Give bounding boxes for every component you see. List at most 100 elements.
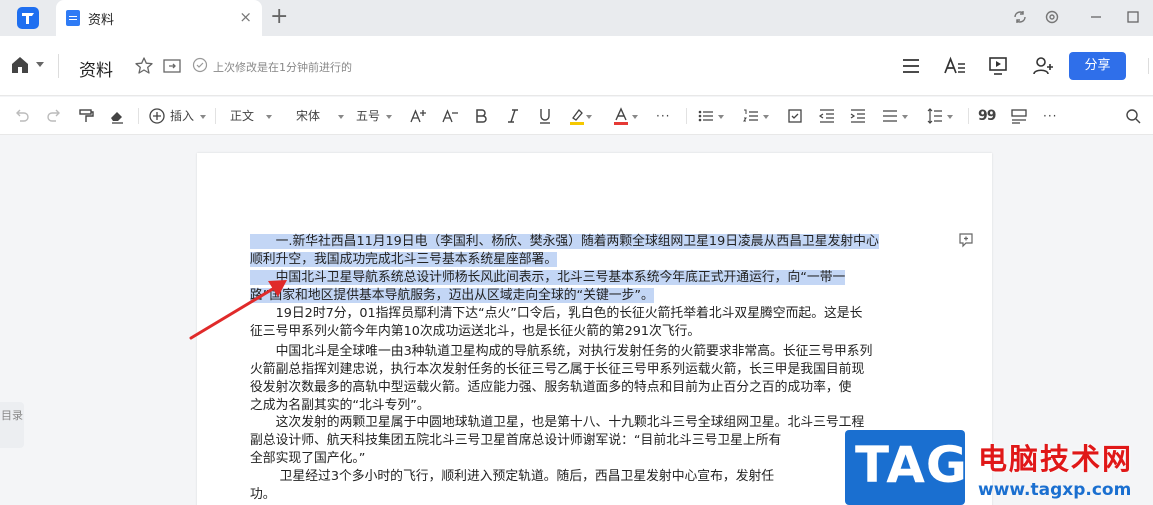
- highlight-chevron-down-icon[interactable]: [586, 115, 592, 119]
- decrease-font-size-icon[interactable]: [441, 106, 459, 126]
- sync-icon[interactable]: [1011, 8, 1029, 26]
- menu-icon[interactable]: [901, 56, 921, 76]
- paragraph-line: 火箭副总指挥刘建忠说，执行本次发射任务的长征三号乙属于长征三号甲系列运载火箭，长…: [250, 361, 932, 379]
- outline-side-tab[interactable]: 目录: [0, 402, 24, 448]
- toolbar-divider: [968, 108, 969, 124]
- tab-title: 资料: [88, 13, 115, 28]
- font-color-chevron-down-icon[interactable]: [632, 115, 638, 119]
- paragraph-line: 之成为名副其实的“北斗专列”。: [250, 397, 932, 415]
- outdent-icon[interactable]: [818, 106, 836, 126]
- home-menu-chevron-down-icon[interactable]: [36, 62, 44, 67]
- increase-font-size-icon[interactable]: [409, 106, 427, 126]
- align-chevron-down-icon[interactable]: [902, 115, 908, 119]
- line-spacing-icon[interactable]: [926, 106, 944, 126]
- font-size-select[interactable]: 五号: [356, 106, 393, 126]
- watermark: TAG 电脑技术网 www.tagxp.com: [845, 430, 1153, 505]
- paragraph-line-text: 路”国家和地区提供基本导航服务，迈出从区域走向全球的“关键一步”。: [250, 288, 654, 303]
- paragraph-line: 中国北斗卫星导航系统总设计师杨长风此间表示，北斗三号基本系统今年底正式开通运行，…: [250, 269, 932, 287]
- home-icon[interactable]: [10, 55, 30, 75]
- document-title[interactable]: 资料: [79, 56, 113, 81]
- text-format-icon[interactable]: [943, 56, 967, 76]
- document-paragraph[interactable]: 19日2时7分，01指挥员鄢利清下达“点火”口令后，乳白色的长征火箭托举着北斗双…: [250, 305, 932, 341]
- paragraph-line-text: 之成为名副其实的“北斗专列”。: [250, 398, 430, 413]
- minimize-icon[interactable]: [1087, 8, 1105, 26]
- paragraph-line: 中国北斗是全球唯一由3种轨道卫星构成的导航系统，对执行发射任务的火箭要求非常高。…: [250, 343, 932, 361]
- more-format-button[interactable]: ···: [656, 106, 670, 126]
- insert-menu-button[interactable]: 插入: [170, 106, 207, 126]
- paragraph-line-text: 顺利升空，我国成功完成北斗三号基本系统星座部署。: [250, 252, 558, 267]
- paragraph-style-select[interactable]: 正文: [230, 106, 273, 126]
- chevron-down-icon: [338, 114, 345, 119]
- underline-icon[interactable]: [536, 106, 554, 126]
- checklist-icon[interactable]: [786, 106, 804, 126]
- paragraph-line: 卫星经过3个多小时的飞行，顺利进入预定轨道。随后，西昌卫星发射中心宣布，发射任: [250, 468, 932, 486]
- toolbar-divider: [686, 108, 687, 124]
- line-spacing-chevron-down-icon[interactable]: [947, 115, 953, 119]
- document-paragraph[interactable]: 一.新华社西昌11月19日电（李国利、杨欣、樊永强）随着两颗全球组网卫星19日凌…: [250, 233, 932, 269]
- paragraph-line-text: 火箭副总指挥刘建忠说，执行本次发射任务的长征三号乙属于长征三号甲系列运载火箭，长…: [250, 362, 865, 377]
- highlight-color-icon[interactable]: [568, 106, 586, 126]
- align-icon[interactable]: [881, 106, 899, 126]
- numbered-list-chevron-down-icon[interactable]: [763, 115, 769, 119]
- indent-icon[interactable]: [849, 106, 867, 126]
- document-tab[interactable]: 资料 ×: [56, 0, 262, 36]
- header-divider: [58, 54, 59, 78]
- watermark-tag-logo: TAG: [845, 430, 968, 505]
- paragraph-line-text: 一.新华社西昌11月19日电（李国利、杨欣、樊永强）随着两颗全球组网卫星19日凌…: [250, 234, 879, 249]
- paragraph-line: 顺利升空，我国成功完成北斗三号基本系统星座部署。: [250, 251, 932, 269]
- redo-icon[interactable]: [45, 106, 63, 126]
- outline-label: 目录: [1, 409, 23, 422]
- paragraph-line: 这次发射的两颗卫星属于中圆地球轨道卫星，也是第十八、十九颗北斗三号全球组网卫星。…: [250, 414, 932, 432]
- paragraph-line: 功。: [250, 486, 932, 504]
- maximize-icon[interactable]: [1124, 8, 1142, 26]
- bullet-list-icon[interactable]: [697, 106, 715, 126]
- search-icon[interactable]: [1124, 106, 1142, 126]
- watermark-url: www.tagxp.com: [978, 480, 1132, 500]
- font-color-icon[interactable]: [612, 106, 630, 126]
- settings-gear-icon[interactable]: [1043, 8, 1061, 26]
- format-painter-icon[interactable]: [77, 106, 95, 126]
- save-status: 上次修改是在1分钟前进行的: [213, 61, 352, 74]
- watermark-title: 电脑技术网: [978, 442, 1134, 476]
- document-paragraph[interactable]: 中国北斗卫星导航系统总设计师杨长风此间表示，北斗三号基本系统今年底正式开通运行，…: [250, 269, 932, 305]
- document-header: 资料 上次修改是在1分钟前进行的 分享: [0, 36, 1153, 96]
- chevron-down-icon: [386, 114, 393, 119]
- eraser-icon[interactable]: [108, 106, 126, 126]
- font-family-select[interactable]: 宋体: [296, 106, 345, 126]
- app-logo-icon[interactable]: [16, 6, 40, 30]
- paragraph-line: 19日2时7分，01指挥员鄢利清下达“点火”口令后，乳白色的长征火箭托举着北斗双…: [250, 305, 932, 323]
- toolbar-divider: [215, 108, 216, 124]
- paragraph-line: 征三号甲系列火箭今年内第10次成功运送北斗，也是长征火箭的第291次飞行。: [250, 323, 932, 341]
- new-tab-button[interactable]: +: [270, 5, 288, 29]
- italic-icon[interactable]: [504, 106, 522, 126]
- comment-block-icon[interactable]: [1010, 106, 1028, 126]
- add-comment-icon[interactable]: [958, 232, 974, 248]
- check-circle-icon: [192, 57, 208, 73]
- bullet-list-chevron-down-icon[interactable]: [718, 115, 724, 119]
- document-paragraph[interactable]: 卫星经过3个多小时的飞行，顺利进入预定轨道。随后，西昌卫星发射中心宣布，发射任功…: [250, 468, 932, 504]
- presentation-icon[interactable]: [988, 56, 1008, 76]
- star-icon[interactable]: [134, 56, 154, 76]
- quote-icon[interactable]: 99: [978, 106, 997, 126]
- document-paragraph[interactable]: 这次发射的两颗卫星属于中圆地球轨道卫星，也是第十八、十九颗北斗三号全球组网卫星。…: [250, 414, 932, 468]
- font-family-value: 宋体: [296, 109, 321, 123]
- watermark-tag-text: TAG: [855, 436, 968, 494]
- tab-bar: 资料 × +: [0, 0, 1153, 36]
- paragraph-line-text: 役发射次数最多的高轨中型运载火箭。适应能力强、服务轨道面多的特点和目前为止百分之…: [250, 380, 852, 395]
- paragraph-style-value: 正文: [230, 109, 255, 123]
- paragraph-line: 役发射次数最多的高轨中型运载火箭。适应能力强、服务轨道面多的特点和目前为止百分之…: [250, 379, 932, 397]
- more-tools-button[interactable]: ···: [1043, 106, 1057, 126]
- move-to-folder-icon[interactable]: [162, 56, 182, 76]
- add-collaborator-icon[interactable]: [1032, 56, 1054, 76]
- undo-icon[interactable]: [13, 106, 31, 126]
- toolbar-divider: [138, 108, 139, 124]
- document-icon: [66, 10, 80, 26]
- numbered-list-icon[interactable]: [742, 106, 760, 126]
- tab-close-button[interactable]: ×: [239, 8, 252, 26]
- bold-icon[interactable]: [472, 106, 490, 126]
- paragraph-line-text: 中国北斗卫星导航系统总设计师杨长风此间表示，北斗三号基本系统今年底正式开通运行，…: [250, 270, 846, 285]
- share-button[interactable]: 分享: [1069, 52, 1126, 80]
- formatting-toolbar: 插入 正文 宋体 五号 ··· 99 ···: [0, 97, 1153, 135]
- annotation-arrow: [189, 280, 287, 340]
- document-paragraph[interactable]: 中国北斗是全球唯一由3种轨道卫星构成的导航系统，对执行发射任务的火箭要求非常高。…: [250, 343, 932, 415]
